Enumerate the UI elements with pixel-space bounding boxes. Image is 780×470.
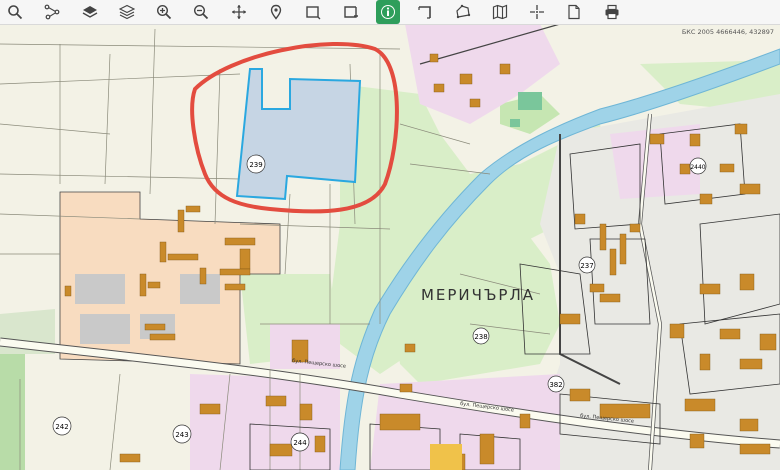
polygon-draw-icon [455,4,470,19]
select-rectangle-minus-icon [343,6,358,18]
parcel-number-237: 237 [578,256,596,274]
green-zone-edge [0,354,25,470]
svg-text:243: 243 [175,431,188,439]
parcel-number-239: 239 [246,154,266,174]
search-icon [8,5,23,20]
zoom-out-button[interactable] [189,0,213,24]
info-icon [380,5,395,19]
zoom-in-button[interactable] [152,0,176,24]
crosshair-button[interactable] [525,0,549,24]
svg-text:382: 382 [549,381,562,389]
svg-text:242: 242 [55,423,68,431]
cadastral-map[interactable]: 239 237 238 382 242 243 244 2440 МЕРИЧЪР… [0,24,780,470]
layer-tool-button[interactable] [78,0,102,24]
document-icon [568,4,581,20]
industrial-hall-2 [80,314,130,344]
polygon-draw-button[interactable] [451,0,475,24]
residential-south-west [190,374,340,470]
sports-field [518,92,542,110]
parcel-number-243: 243 [172,424,192,444]
measure-corner-icon [418,6,432,19]
coordinate-readout: БКС 2005 4666446, 432897 [681,28,774,36]
layers-stack-tool-button[interactable] [115,0,139,24]
select-rectangle-icon [306,6,321,20]
crosshair-icon [530,5,545,19]
network-tool-button[interactable] [40,0,64,24]
map-sheet-button[interactable] [488,0,512,24]
map-toolbar [0,0,780,25]
select-rectangle-button[interactable] [301,0,325,24]
location-pin-button[interactable] [264,0,288,24]
print-button[interactable] [600,0,624,24]
svg-text:238: 238 [474,333,487,341]
sports-court [510,119,520,127]
svg-text:244: 244 [293,439,307,447]
industrial-hall-1 [75,274,125,304]
zoom-in-icon [157,4,172,20]
pan-button[interactable] [227,0,251,24]
svg-text:237: 237 [580,262,593,270]
search-tool-button[interactable] [3,0,27,24]
print-icon [605,4,619,20]
measure-corner-button[interactable] [413,0,437,24]
layers-stack-icon [118,4,135,20]
zoom-out-icon [194,4,209,20]
layer-icon [82,6,97,18]
parcel-number-2440: 2440 [689,157,707,175]
svg-text:239: 239 [249,161,262,169]
parcel-number-244: 244 [290,432,310,452]
district-label: МЕРИЧЪРЛА [421,286,535,304]
document-button[interactable] [562,0,586,24]
yellow-building [430,444,462,470]
location-pin-icon [270,4,282,20]
network-icon [44,4,60,20]
parcel-number-238: 238 [472,327,490,345]
parcel-number-242: 242 [52,416,72,436]
green-zone-merichlera [380,224,560,384]
select-rectangle-minus-button[interactable] [339,0,363,24]
map-sheet-icon [492,4,507,20]
parcel-number-382: 382 [547,375,565,393]
svg-text:2440: 2440 [690,164,705,171]
pan-icon [231,5,246,19]
info-button[interactable] [375,0,400,24]
